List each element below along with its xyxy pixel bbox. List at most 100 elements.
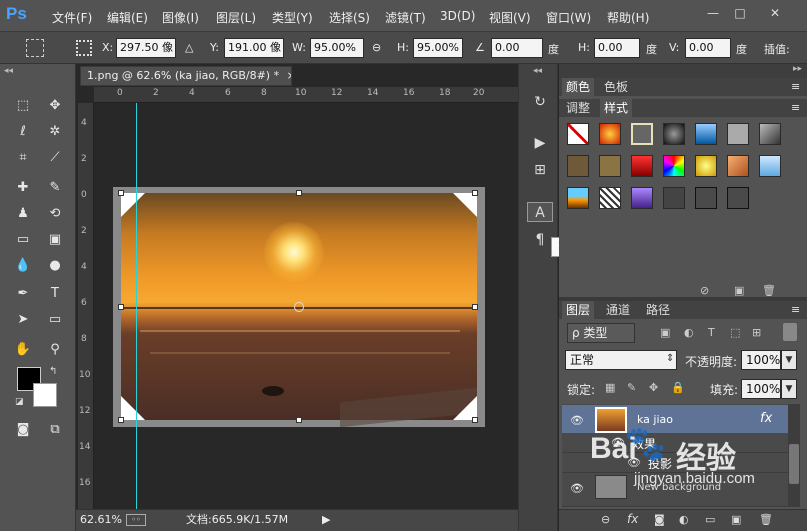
style-swatch[interactable] xyxy=(567,187,589,209)
lock-position-icon[interactable]: ✥ xyxy=(649,381,658,394)
style-swatch[interactable] xyxy=(727,187,749,209)
menu-layer[interactable]: 图层(L) xyxy=(216,9,256,26)
background-color-swatch[interactable] xyxy=(33,383,57,407)
lasso-tool-icon[interactable]: ℓ xyxy=(12,122,34,142)
style-swatch[interactable] xyxy=(695,187,717,209)
guide-line[interactable] xyxy=(136,103,137,509)
new-style-icon[interactable]: ▣ xyxy=(734,284,744,297)
transform-tool-icon[interactable] xyxy=(26,39,44,57)
link-icon[interactable]: ⊖ xyxy=(372,41,381,54)
close-window-button[interactable]: ✕ xyxy=(768,6,782,20)
tab-styles[interactable]: 样式 xyxy=(600,99,633,117)
style-none-swatch[interactable] xyxy=(567,123,589,145)
transform-handle[interactable] xyxy=(472,190,478,196)
style-swatch[interactable] xyxy=(663,155,685,177)
angle-field[interactable]: 0.00 xyxy=(491,38,543,58)
width-field[interactable]: 95.00% xyxy=(310,38,364,58)
transform-handle[interactable] xyxy=(296,190,302,196)
status-icon[interactable]: ◦◦ xyxy=(126,514,146,526)
hskew-field[interactable]: 0.00 xyxy=(594,38,640,58)
zoom-level[interactable]: 62.61% xyxy=(80,510,122,530)
filter-toggle[interactable] xyxy=(783,323,797,341)
paragraph-panel-icon[interactable]: ¶ xyxy=(527,230,553,250)
style-swatch[interactable] xyxy=(631,155,653,177)
menu-edit[interactable]: 编辑(E) xyxy=(107,9,148,26)
style-swatch[interactable] xyxy=(599,155,621,177)
style-swatch-selected[interactable] xyxy=(631,123,653,145)
new-adjustment-icon[interactable]: ◐ xyxy=(679,513,689,526)
filter-smart-icon[interactable]: ⊞ xyxy=(752,326,761,339)
add-mask-icon[interactable]: ◙ xyxy=(654,513,665,526)
style-swatch[interactable] xyxy=(695,123,717,145)
style-swatch[interactable] xyxy=(599,123,621,145)
filter-adjust-icon[interactable]: ◐ xyxy=(684,326,694,339)
blend-mode-dropdown[interactable]: 正常 xyxy=(565,350,677,370)
expand-panel-icon[interactable]: ▸▸ xyxy=(793,64,802,74)
style-swatch[interactable] xyxy=(567,155,589,177)
menu-type[interactable]: 类型(Y) xyxy=(272,9,313,26)
clear-style-icon[interactable]: ⊘ xyxy=(700,284,709,297)
status-menu-arrow-icon[interactable]: ▶ xyxy=(322,510,330,530)
tab-paths[interactable]: 路径 xyxy=(642,301,674,319)
vskew-field[interactable]: 0.00 xyxy=(685,38,731,58)
transform-handle[interactable] xyxy=(118,304,124,310)
opacity-field[interactable]: 100% xyxy=(741,350,781,370)
menu-help[interactable]: 帮助(H) xyxy=(607,9,649,26)
horizontal-ruler[interactable]: 0 2 4 6 8 10 12 14 16 18 20 xyxy=(94,87,518,103)
zoom-tool-icon[interactable]: ⚲ xyxy=(44,340,66,360)
panel-menu-icon[interactable]: ≡ xyxy=(791,101,800,114)
history-panel-icon[interactable]: ↻ xyxy=(527,92,553,112)
transform-handle[interactable] xyxy=(472,304,478,310)
tab-swatches[interactable]: 色板 xyxy=(600,78,632,96)
scrollbar-thumb[interactable] xyxy=(789,444,799,484)
tab-color[interactable]: 颜色 xyxy=(562,78,595,96)
eraser-tool-icon[interactable]: ▭ xyxy=(12,230,34,250)
panel-menu-icon[interactable]: ≡ xyxy=(791,303,800,316)
x-field[interactable]: 297.50 像 xyxy=(116,38,176,58)
y-field[interactable]: 191.00 像 xyxy=(224,38,284,58)
opacity-arrow-icon[interactable]: ▼ xyxy=(781,350,797,370)
lock-all-icon[interactable]: 🔒 xyxy=(671,381,685,394)
visibility-eye-icon[interactable]: 👁 xyxy=(569,413,585,429)
swap-colors-icon[interactable]: ↰ xyxy=(49,366,57,377)
add-style-icon[interactable]: fx xyxy=(627,512,638,526)
style-swatch[interactable] xyxy=(695,155,717,177)
lock-pixels-icon[interactable]: ✎ xyxy=(627,381,636,394)
fill-field[interactable]: 100% xyxy=(741,379,781,399)
quick-mask-icon[interactable]: ◙ xyxy=(12,420,34,440)
tab-adjustments[interactable]: 调整 xyxy=(562,99,594,117)
menu-window[interactable]: 窗口(W) xyxy=(546,9,591,26)
transform-handle[interactable] xyxy=(118,190,124,196)
fill-arrow-icon[interactable]: ▼ xyxy=(781,379,797,399)
menu-image[interactable]: 图像(I) xyxy=(162,9,199,26)
type-tool-icon[interactable]: T xyxy=(44,284,66,304)
gradient-tool-icon[interactable]: ▣ xyxy=(44,230,66,250)
lock-transparent-icon[interactable]: ▦ xyxy=(605,381,615,394)
blur-tool-icon[interactable]: 💧 xyxy=(12,256,34,276)
collapse-toolbar-icon[interactable]: ◂◂ xyxy=(4,66,13,76)
style-swatch[interactable] xyxy=(759,155,781,177)
transform-center-point[interactable] xyxy=(294,302,304,312)
close-document-icon[interactable]: × xyxy=(287,69,291,82)
link-layers-icon[interactable]: ⊖ xyxy=(601,513,610,526)
new-layer-icon[interactable]: ▣ xyxy=(731,513,741,526)
filter-shape-icon[interactable]: ⬚ xyxy=(730,326,740,339)
filter-type-icon[interactable]: T xyxy=(708,326,715,339)
properties-panel-icon[interactable]: ⊞ xyxy=(527,160,553,180)
crop-tool-icon[interactable]: ⌗ xyxy=(12,148,34,168)
history-brush-icon[interactable]: ⟲ xyxy=(44,204,66,224)
vertical-ruler[interactable]: 4 2 0 2 4 6 8 10 12 14 16 xyxy=(78,103,94,509)
delete-layer-icon[interactable]: 🗑 xyxy=(759,513,773,526)
move-tool-icon[interactable]: ✥ xyxy=(44,96,66,116)
height-field[interactable]: 95.00% xyxy=(413,38,463,58)
filter-pixel-icon[interactable]: ▣ xyxy=(660,326,670,339)
shape-tool-icon[interactable]: ▭ xyxy=(44,310,66,330)
maximize-button[interactable]: □ xyxy=(733,6,747,20)
delta-icon[interactable]: △ xyxy=(185,41,193,54)
transform-handle[interactable] xyxy=(296,417,302,423)
screen-mode-icon[interactable]: ⧉ xyxy=(44,420,66,440)
character-panel-icon[interactable]: A xyxy=(527,202,553,222)
style-swatch[interactable] xyxy=(727,123,749,145)
actions-panel-icon[interactable]: ▶ xyxy=(527,133,553,153)
style-swatch[interactable] xyxy=(631,187,653,209)
